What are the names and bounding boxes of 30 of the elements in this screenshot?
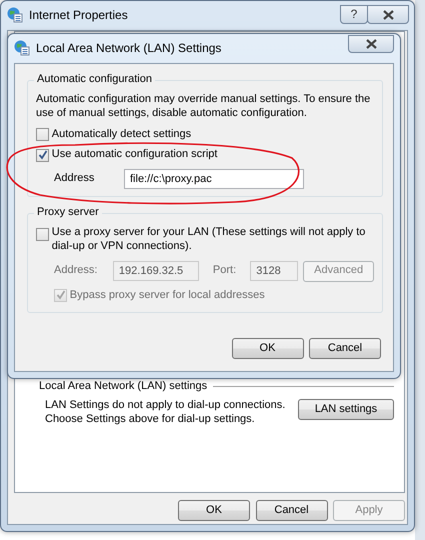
note-text: LAN Settings do not apply to dial-up connections. xyxy=(45,399,286,413)
dialog-button[interactable]: Cancel xyxy=(309,338,381,359)
checkbox-label[interactable]: Use a proxy server for your LAN (These settings will not apply to dial-up or VPN connections). xyxy=(52,226,374,254)
checkbox[interactable] xyxy=(36,128,49,141)
help-button[interactable]: ? xyxy=(340,5,368,24)
close-button[interactable] xyxy=(348,35,394,53)
checkbox[interactable] xyxy=(36,148,49,162)
dialog-button[interactable]: OK xyxy=(232,338,304,359)
note-text: Choose Settings above for dial-up settings. xyxy=(45,413,256,427)
window-title: Internet Properties xyxy=(29,8,128,22)
close-button[interactable] xyxy=(367,5,409,24)
address-field[interactable]: file://c:\proxy.pac xyxy=(124,169,304,189)
checkbox-label[interactable]: Automatically detect settings xyxy=(52,128,192,142)
section-heading: Local Area Network (LAN) settings xyxy=(39,380,208,394)
field-label: Address: xyxy=(54,264,98,278)
group-heading: Proxy server xyxy=(34,206,102,220)
lan-settings-button[interactable]: LAN settings xyxy=(298,399,394,420)
description-text: Automatic configuration may override manual settings. To ensure the use of manual settings, disable automatic configuration. xyxy=(36,93,372,120)
dialog-button[interactable]: OK xyxy=(178,500,250,521)
dialog-title: Local Area Network (LAN) Settings xyxy=(36,40,222,56)
group-heading: Automatic configuration xyxy=(34,73,155,87)
close-icon xyxy=(382,10,394,20)
field-label: Address xyxy=(54,172,96,186)
close-icon xyxy=(366,39,376,49)
checkbox[interactable] xyxy=(36,228,49,241)
internet-options-icon xyxy=(7,7,23,23)
internet-options-icon xyxy=(14,40,30,56)
dialog-button[interactable]: Cancel xyxy=(256,500,328,521)
field-label: Port: xyxy=(212,264,238,278)
checkbox-label[interactable]: Use automatic configuration script xyxy=(52,148,218,162)
